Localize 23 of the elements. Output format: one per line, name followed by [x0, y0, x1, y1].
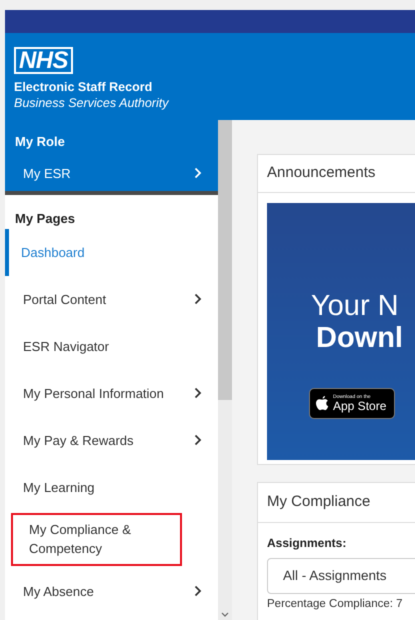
site-subtitle: Business Services Authority: [14, 95, 168, 111]
badge-title: App Store: [333, 400, 386, 412]
menu-item[interactable]: My Compliance & Competency: [11, 512, 182, 566]
menu-item[interactable]: My Learning: [5, 464, 218, 510]
assignments-dropdown[interactable]: All - Assignments: [267, 558, 415, 594]
section-heading: My Role: [14, 133, 66, 151]
menu-item[interactable]: ESR Navigator: [5, 322, 218, 370]
banner-text: Downl: [315, 322, 404, 354]
logo: NHS: [14, 47, 73, 74]
section-heading: My Pages: [14, 210, 76, 228]
site-title: Electronic Staff Record: [14, 80, 152, 95]
field-label: Assignments:: [267, 535, 348, 552]
menu-item[interactable]: My ESR: [5, 164, 218, 183]
scroll-down-icon: [221, 612, 229, 617]
menu-item[interactable]: My Personal Information: [5, 370, 218, 416]
compliance-percentage: Percentage Compliance: 7: [267, 597, 404, 612]
banner-text: Your N: [311, 290, 400, 322]
card-title: Announcements: [267, 163, 376, 184]
menu-item[interactable]: My Absence: [5, 568, 218, 614]
card-title: My Compliance: [267, 492, 370, 512]
apple-icon: [316, 396, 329, 411]
menu-item[interactable]: Portal Content: [5, 276, 218, 322]
menu-item[interactable]: My Pay & Rewards: [5, 416, 218, 464]
